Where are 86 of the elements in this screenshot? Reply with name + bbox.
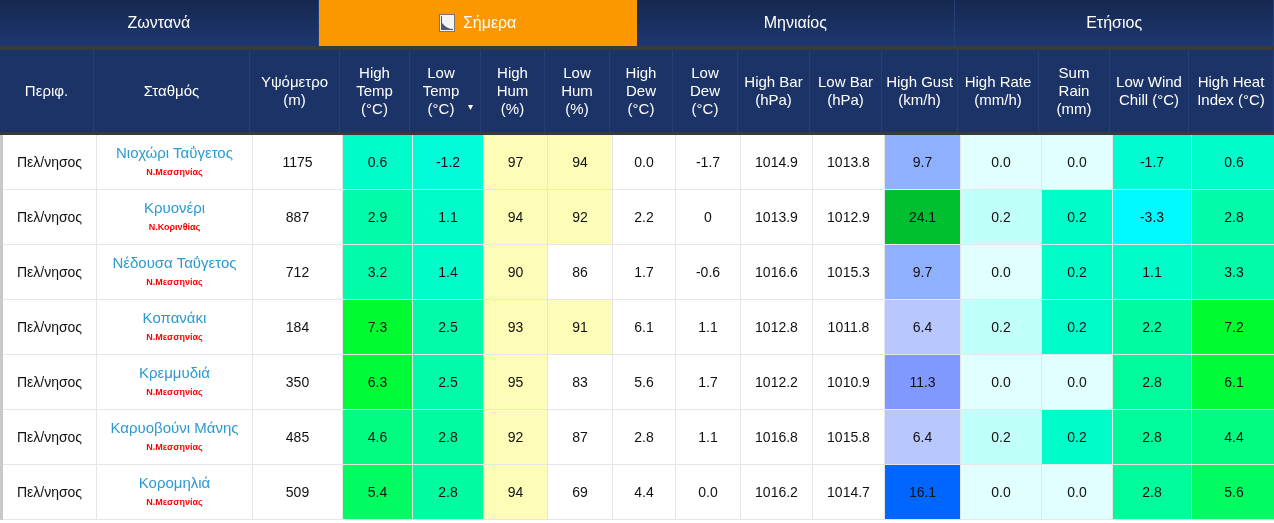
table-cell: 91 — [548, 300, 613, 354]
table-cell: 0.2 — [1042, 245, 1113, 299]
table-cell: 0.2 — [1042, 190, 1113, 244]
tab[interactable]: Ζωντανά — [0, 0, 319, 46]
table-cell: 0.2 — [961, 300, 1042, 354]
table-cell: 2.5 — [413, 300, 484, 354]
table-cell: 94 — [484, 465, 548, 519]
table-cell: 4.6 — [343, 410, 413, 464]
table-cell: 0.2 — [1042, 300, 1113, 354]
prefecture-label: Ν.Μεσσηνίας — [146, 276, 203, 290]
table-cell: 2.8 — [1113, 410, 1192, 464]
column-header[interactable]: High Rate (mm/h) — [958, 50, 1039, 132]
table-cell: 0.2 — [961, 410, 1042, 464]
column-header[interactable]: Sum Rain (mm) — [1039, 50, 1110, 132]
table-cell: 2.8 — [1192, 190, 1274, 244]
column-header[interactable]: Σταθμός — [94, 50, 250, 132]
prefecture-label: Ν.Μεσσηνίας — [146, 496, 203, 510]
table-cell: 9.7 — [885, 135, 961, 189]
table-cell: 0.0 — [1042, 355, 1113, 409]
table-cell: 0.2 — [1042, 410, 1113, 464]
table-cell: 0.0 — [961, 245, 1042, 299]
table-cell: 6.1 — [1192, 355, 1274, 409]
column-header[interactable]: Low Hum (%) — [545, 50, 610, 132]
table-cell: -1.2 — [413, 135, 484, 189]
table-cell: 0.6 — [343, 135, 413, 189]
table-cell: 24.1 — [885, 190, 961, 244]
column-header[interactable]: Υψόμετρο (m) — [250, 50, 340, 132]
column-header[interactable]: High Bar (hPa) — [738, 50, 810, 132]
table-cell: 2.8 — [1113, 355, 1192, 409]
sort-indicator[interactable]: ▾ — [468, 98, 473, 116]
table-cell: -3.3 — [1113, 190, 1192, 244]
column-header[interactable]: Περιφ. — [0, 50, 94, 132]
table-cell: 1.1 — [413, 190, 484, 244]
table-cell: 7.3 — [343, 300, 413, 354]
table-cell: 0.6 — [1192, 135, 1274, 189]
table-cell: 94 — [548, 135, 613, 189]
table-cell: 2.8 — [1113, 465, 1192, 519]
column-header[interactable]: High Hum (%) — [481, 50, 545, 132]
table-cell: 9.7 — [885, 245, 961, 299]
table-cell: 2.9 — [343, 190, 413, 244]
tab[interactable]: Ετήσιος — [955, 0, 1274, 46]
table-cell: 6.4 — [885, 300, 961, 354]
table-cell: 4.4 — [1192, 410, 1274, 464]
column-header[interactable]: High Dew (°C) — [610, 50, 673, 132]
column-header[interactable]: Low Wind Chill (°C) — [1110, 50, 1189, 132]
table-cell: 6.3 — [343, 355, 413, 409]
table-cell: 92 — [548, 190, 613, 244]
table-cell: 0.0 — [961, 355, 1042, 409]
table-cell: 6.4 — [885, 410, 961, 464]
tab[interactable]: Μηνιαίος — [636, 0, 956, 46]
column-header[interactable]: Low Dew (°C) — [673, 50, 738, 132]
table-cell: 0.2 — [961, 190, 1042, 244]
table-cell: 3.2 — [343, 245, 413, 299]
table-cell: 1.4 — [413, 245, 484, 299]
table-cell: 2.8 — [413, 410, 484, 464]
table-cell: 3.3 — [1192, 245, 1274, 299]
table-cell: 11.3 — [885, 355, 961, 409]
prefecture-label: Ν.Μεσσηνίας — [146, 441, 203, 455]
table-cell: 16.1 — [885, 465, 961, 519]
table-cell: 94 — [484, 190, 548, 244]
prefecture-label: Ν.Μεσσηνίας — [146, 166, 203, 180]
table-cell: -1.7 — [1113, 135, 1192, 189]
prefecture-label: Ν.Μεσσηνίας — [146, 386, 203, 400]
table-cell: 92 — [484, 410, 548, 464]
table-cell: 0.0 — [961, 465, 1042, 519]
table-cell: 0.0 — [1042, 135, 1113, 189]
table-cell: 7.2 — [1192, 300, 1274, 354]
prefecture-label: Ν.Κορινθίας — [148, 221, 201, 235]
table-cell: 95 — [484, 355, 548, 409]
column-header[interactable]: High Gust (km/h) — [882, 50, 958, 132]
table-cell: 5.4 — [343, 465, 413, 519]
prefecture-label: Ν.Μεσσηνίας — [146, 331, 203, 345]
table-cell: 2.5 — [413, 355, 484, 409]
table-cell: 0.0 — [1042, 465, 1113, 519]
table-cell: 90 — [484, 245, 548, 299]
table-cell: 97 — [484, 135, 548, 189]
table-cell: 2.2 — [1113, 300, 1192, 354]
table-cell: 5.6 — [1192, 465, 1274, 519]
table-cell: 2.8 — [413, 465, 484, 519]
column-header[interactable]: High Temp (°C) — [340, 50, 410, 132]
table-cell: 0.0 — [961, 135, 1042, 189]
table-cell: 1.1 — [1113, 245, 1192, 299]
column-header[interactable]: High Heat Index (°C) — [1189, 50, 1274, 132]
column-header[interactable]: Low Temp (°C) ▾ — [410, 50, 481, 132]
column-header[interactable]: Low Bar (hPa) — [810, 50, 882, 132]
table-cell: 93 — [484, 300, 548, 354]
